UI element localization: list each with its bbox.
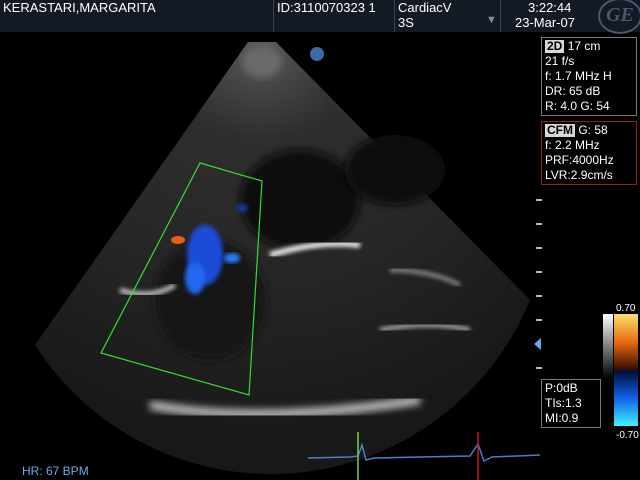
tissue-echo — [242, 46, 282, 78]
param-dynamic-range: DR: 65 dB — [545, 84, 601, 98]
doppler-flow — [185, 262, 205, 294]
cfm-lvr: LVR:2.9cm/s — [545, 168, 613, 182]
depth-pointer-icon — [534, 338, 541, 350]
param-frequency: f: 1.7 MHz H — [545, 69, 612, 83]
cardiac-chamber — [345, 135, 445, 205]
color-scale-max: 0.70 — [616, 303, 636, 314]
thermal-index: TIs:1.3 — [545, 396, 582, 410]
cfm-frequency: f: 2.2 MHz — [545, 138, 600, 152]
cfm-prf: PRF:4000Hz — [545, 153, 614, 167]
params-2d-panel: 2D 17 cm 21 f/s f: 1.7 MHz H DR: 65 dB R… — [541, 37, 637, 116]
cfm-gain: G: 58 — [578, 123, 608, 137]
mode-cfm-tag[interactable]: CFM — [545, 124, 575, 137]
depth-value: 17 cm — [567, 39, 601, 53]
heart-rate: HR: 67 BPM — [22, 464, 89, 478]
doppler-flow — [236, 204, 248, 212]
focus-marker-icon — [310, 47, 324, 61]
scan-sector — [35, 42, 530, 475]
doppler-flow — [171, 236, 185, 244]
safety-indices-panel: P:0dB TIs:1.3 MI:0.9 — [541, 379, 601, 428]
color-flow-bar — [614, 314, 638, 426]
cardiac-chamber — [240, 150, 360, 250]
color-scale-min: -0.70 — [616, 430, 639, 441]
doppler-flow — [224, 253, 240, 263]
power-index: P:0dB — [545, 381, 578, 395]
param-reject-gain: R: 4.0 G: 54 — [545, 99, 610, 113]
mechanical-index: MI:0.9 — [545, 411, 579, 425]
grayscale-bar — [603, 314, 613, 378]
params-cfm-panel: CFM G: 58 f: 2.2 MHz PRF:4000Hz LVR:2.9c… — [541, 121, 637, 185]
mode-2d-tag[interactable]: 2D — [545, 40, 565, 53]
param-frame-rate: 21 f/s — [545, 54, 575, 68]
